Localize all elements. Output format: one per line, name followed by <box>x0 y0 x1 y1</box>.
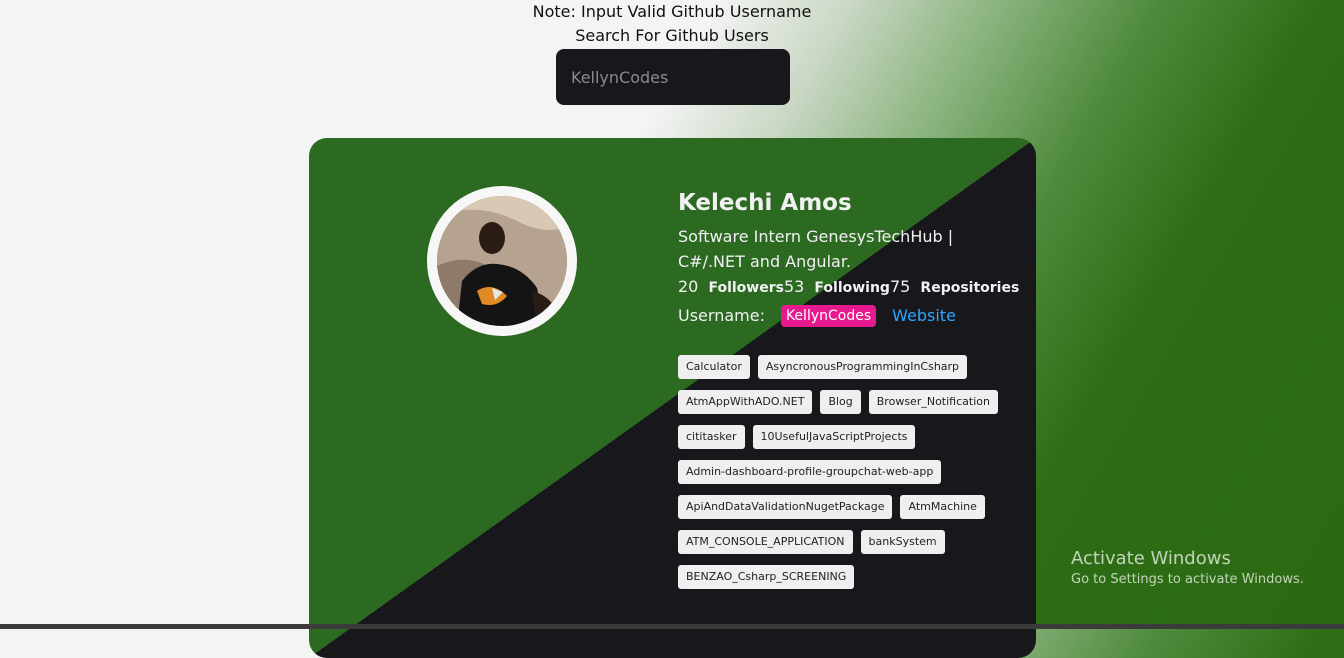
taskbar <box>0 624 1344 629</box>
repo-tag[interactable]: Browser_Notification <box>868 390 998 414</box>
avatar-frame <box>427 186 577 336</box>
watermark-subtitle: Go to Settings to activate Windows. <box>1071 572 1304 587</box>
followers-count: 20 <box>678 277 699 296</box>
following-label: Following <box>814 280 890 296</box>
repo-tag[interactable]: Admin-dashboard-profile-groupchat-web-ap… <box>678 460 942 484</box>
repo-tag[interactable]: Calculator <box>678 355 750 379</box>
repos-count: 75 <box>889 277 911 296</box>
repo-tag[interactable]: 10UsefulJavaScriptProjects <box>752 425 916 449</box>
avatar <box>437 196 567 326</box>
note-text: Note: Input Valid Github Username <box>532 2 812 21</box>
repo-tag[interactable]: cititasker <box>678 425 745 449</box>
repo-tag[interactable]: bankSystem <box>860 530 945 554</box>
profile-name: Kelechi Amos <box>678 190 852 216</box>
profile-bio: Software Intern GenesysTechHub | C#/.NET… <box>678 224 1018 274</box>
username-label: Username: <box>678 306 765 325</box>
repo-tag[interactable]: Blog <box>820 390 861 414</box>
search-input[interactable] <box>556 49 790 105</box>
page-subtitle: Search For Github Users <box>575 26 769 45</box>
repo-tag[interactable]: ATM_CONSOLE_APPLICATION <box>678 530 853 554</box>
profile-stats: 20 Followers53 Following75 Repositories <box>678 274 1020 301</box>
watermark-title: Activate Windows <box>1071 548 1231 569</box>
bio-line-1: Software Intern GenesysTechHub | <box>678 227 954 246</box>
following-count: 53 <box>783 277 805 296</box>
username-row: Username: KellynCodes Website <box>678 303 1018 329</box>
followers-label: Followers <box>708 280 784 296</box>
bio-line-2: C#/.NET and Angular. <box>678 252 852 271</box>
windows-activation-watermark: Activate Windows Go to Settings to activ… <box>1071 548 1304 590</box>
repo-list: Calculator AsyncronousProgrammingInCsharp… <box>678 355 1018 589</box>
website-link[interactable]: Website <box>892 303 956 329</box>
username-badge: KellynCodes <box>780 305 877 327</box>
repo-tag[interactable]: BENZAO_Csharp_SCREENING <box>678 565 855 589</box>
profile-info: Kelechi Amos Software Intern GenesysTech… <box>678 186 1020 329</box>
repos-label: Repositories <box>920 280 1020 296</box>
profile-card: Kelechi Amos Software Intern GenesysTech… <box>309 138 1036 658</box>
repo-tag[interactable]: AsyncronousProgrammingInCsharp <box>757 355 968 379</box>
repo-tag[interactable]: ApiAndDataValidationNugetPackage <box>678 495 893 519</box>
avatar-image <box>437 196 567 326</box>
repo-tag[interactable]: AtmAppWithADO.NET <box>678 390 813 414</box>
repo-tag[interactable]: AtmMachine <box>900 495 985 519</box>
